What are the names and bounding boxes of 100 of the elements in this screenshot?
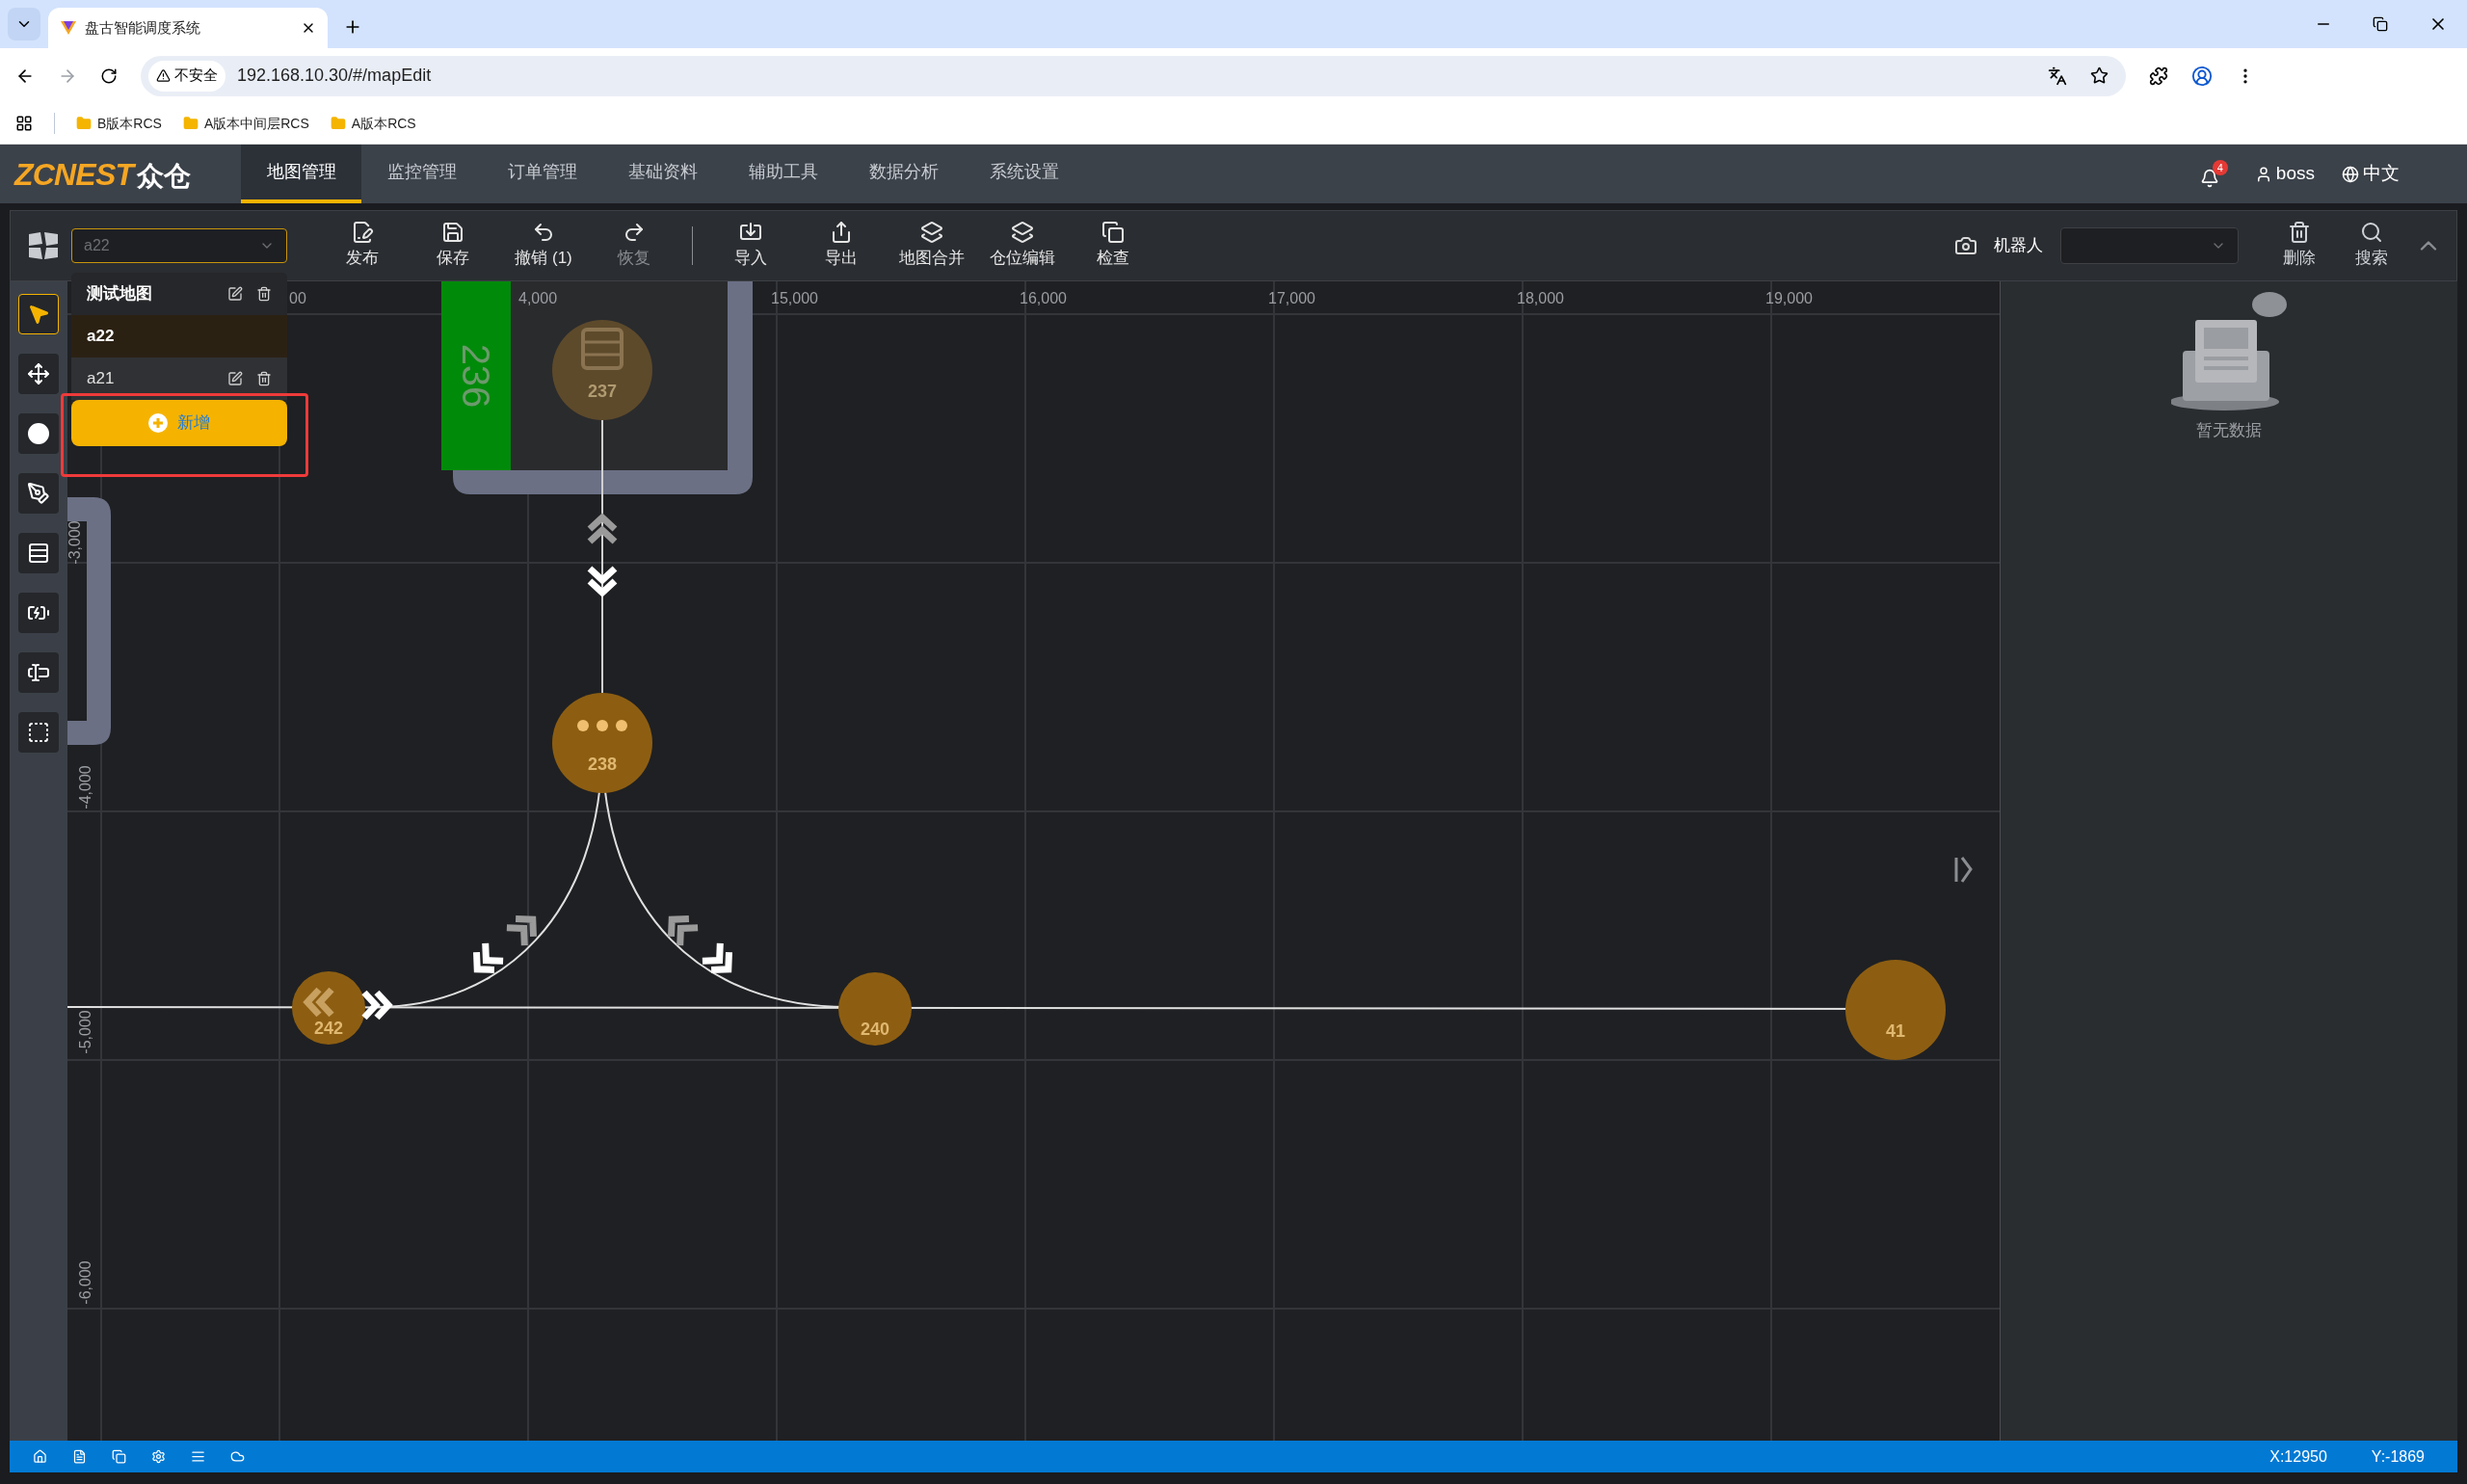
nav-tab[interactable]: 系统设置	[964, 145, 1084, 203]
star-icon[interactable]	[2090, 66, 2109, 85]
ruler-label: -3,000	[67, 520, 83, 565]
tool-button[interactable]	[18, 354, 59, 394]
ruler-label: 19,000	[1765, 290, 1813, 306]
url-text: 192.168.10.30/#/mapEdit	[237, 65, 432, 87]
trash-icon	[2288, 221, 2311, 245]
tool-button[interactable]	[18, 473, 59, 514]
x-coordinate: X:12950	[2269, 1446, 2327, 1467]
area-icon	[27, 721, 50, 744]
apps-icon[interactable]	[15, 115, 33, 132]
move-icon	[27, 362, 50, 385]
map-icon	[27, 230, 60, 261]
trash-icon[interactable]	[256, 371, 272, 386]
direction-arrow	[586, 513, 619, 545]
home-icon[interactable]	[33, 1449, 47, 1464]
direction-arrow	[303, 986, 335, 1019]
nav-tab[interactable]: 基础资料	[602, 145, 723, 203]
ruler-label: 00	[289, 290, 306, 306]
ruler-label: -5,000	[77, 1010, 93, 1054]
ruler-label: -6,000	[77, 1260, 93, 1305]
warning-icon	[156, 68, 171, 83]
address-bar[interactable]: 不安全 192.168.10.30/#/mapEdit	[141, 55, 2126, 96]
folder-icon	[182, 116, 199, 131]
layers-icon	[1011, 221, 1034, 245]
nav-tab[interactable]: 订单管理	[482, 145, 602, 203]
folder-icon	[76, 116, 92, 131]
area-label: 236	[455, 343, 497, 409]
shelf-icon	[27, 542, 50, 565]
tool-button[interactable]	[18, 593, 59, 633]
pen-icon	[27, 482, 50, 505]
logo: ZCNEST众仓	[14, 155, 192, 194]
file-icon[interactable]	[72, 1449, 87, 1464]
trash-icon[interactable]	[256, 286, 272, 302]
profile-icon[interactable]	[2191, 65, 2213, 87]
tool-button[interactable]	[18, 413, 59, 454]
ruler-label: 17,000	[1268, 290, 1315, 306]
direction-arrow	[360, 989, 393, 1021]
globe-icon	[2342, 165, 2359, 183]
logo-icon	[60, 19, 77, 37]
toolbar-button[interactable]: 检查	[1068, 221, 1158, 271]
text-icon	[27, 661, 50, 684]
ruler-label: 16,000	[1020, 290, 1067, 306]
bell-icon	[2199, 169, 2219, 188]
toolbar-button[interactable]: 导入	[705, 221, 796, 271]
export-icon	[830, 221, 853, 245]
ruler-label: 4,000	[518, 290, 558, 306]
nav-tab[interactable]: 辅助工具	[723, 145, 843, 203]
toolbar-button[interactable]: 搜索	[2338, 221, 2405, 271]
map-menu-item[interactable]: a21	[71, 358, 287, 400]
publish-icon	[351, 221, 374, 245]
toolbar-button[interactable]: 撤销 (1)	[498, 221, 589, 271]
tool-button[interactable]	[18, 294, 59, 334]
bookmark[interactable]: A版本中间层RCS	[182, 113, 309, 134]
toolbar-button[interactable]: 发布	[317, 221, 408, 271]
nav-tab[interactable]: 监控管理	[361, 145, 482, 203]
restore-icon[interactable]	[2373, 16, 2388, 32]
pointer-icon	[27, 303, 50, 326]
expand-icon[interactable]	[1954, 857, 1973, 883]
y-coordinate: Y:-1869	[2371, 1446, 2425, 1467]
toolbar-button[interactable]: 仓位编辑	[977, 221, 1068, 271]
extensions-icon[interactable]	[2149, 66, 2168, 86]
tool-button[interactable]	[18, 652, 59, 693]
settings-icon[interactable]	[151, 1449, 166, 1464]
tab-title: 盘古智能调度系统	[85, 17, 201, 38]
ruler-label: 15,000	[771, 290, 818, 306]
translate-icon[interactable]	[2048, 66, 2067, 86]
edit-icon[interactable]	[227, 371, 243, 386]
empty-state-text: 暂无数据	[2196, 420, 2262, 441]
browser-tab[interactable]: 盘古智能调度系统	[48, 8, 328, 48]
edit-icon[interactable]	[227, 286, 243, 302]
list-icon[interactable]	[191, 1449, 205, 1464]
user-menu[interactable]: boss	[2254, 160, 2315, 188]
reload-icon[interactable]	[100, 66, 118, 85]
toolbar-button[interactable]: 删除	[2266, 221, 2333, 271]
bookmark[interactable]: A版本RCS	[330, 113, 416, 134]
layers-icon	[920, 221, 943, 245]
ruler-label: 18,000	[1517, 290, 1564, 306]
map-menu-item[interactable]: a22	[71, 315, 287, 358]
notification-button[interactable]: 4	[2199, 160, 2228, 188]
bookmark[interactable]: B版本RCS	[76, 113, 162, 134]
toolbar-button[interactable]: 保存	[408, 221, 498, 271]
tool-button[interactable]	[18, 712, 59, 753]
nav-tab[interactable]: 地图管理	[241, 145, 361, 203]
security-chip[interactable]: 不安全	[148, 60, 225, 92]
tool-button[interactable]	[18, 533, 59, 573]
folder-icon	[330, 116, 346, 131]
search-icon	[2360, 221, 2383, 245]
language-menu[interactable]: 中文	[2342, 160, 2400, 188]
ruler-label: -4,000	[77, 765, 93, 809]
nav-tab[interactable]: 数据分析	[843, 145, 964, 203]
copy-icon	[1101, 221, 1125, 245]
direction-arrow	[586, 565, 619, 597]
copy-icon[interactable]	[112, 1449, 126, 1464]
plus-icon	[148, 413, 168, 433]
toolbar-button[interactable]: 地图合并	[887, 221, 977, 271]
toolbar-button[interactable]: 导出	[796, 221, 887, 271]
robot-label: 机器人	[1994, 235, 2043, 257]
cloud-icon[interactable]	[230, 1449, 245, 1464]
save-icon	[441, 221, 464, 245]
